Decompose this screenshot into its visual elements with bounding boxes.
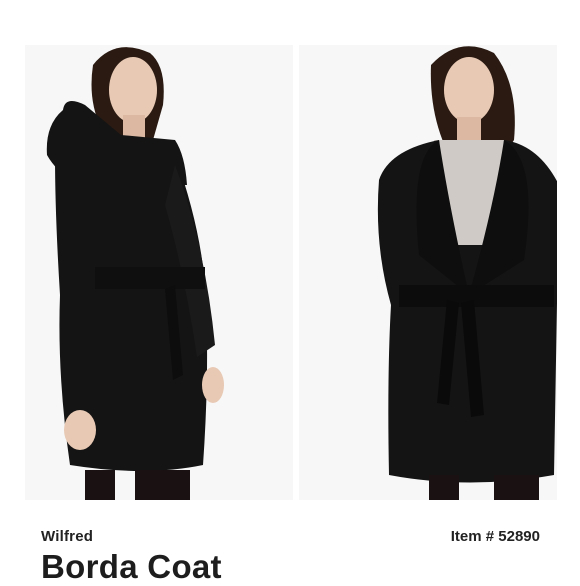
brand-name[interactable]: Wilfred bbox=[41, 528, 93, 545]
product-photo-side[interactable] bbox=[25, 45, 293, 500]
product-title: Borda Coat bbox=[41, 548, 222, 585]
product-photo-gallery[interactable] bbox=[25, 45, 557, 500]
model-front-illustration bbox=[377, 46, 557, 500]
item-number: Item # 52890 bbox=[450, 528, 540, 545]
product-photo-front[interactable] bbox=[299, 45, 557, 500]
model-side-illustration bbox=[46, 47, 224, 500]
